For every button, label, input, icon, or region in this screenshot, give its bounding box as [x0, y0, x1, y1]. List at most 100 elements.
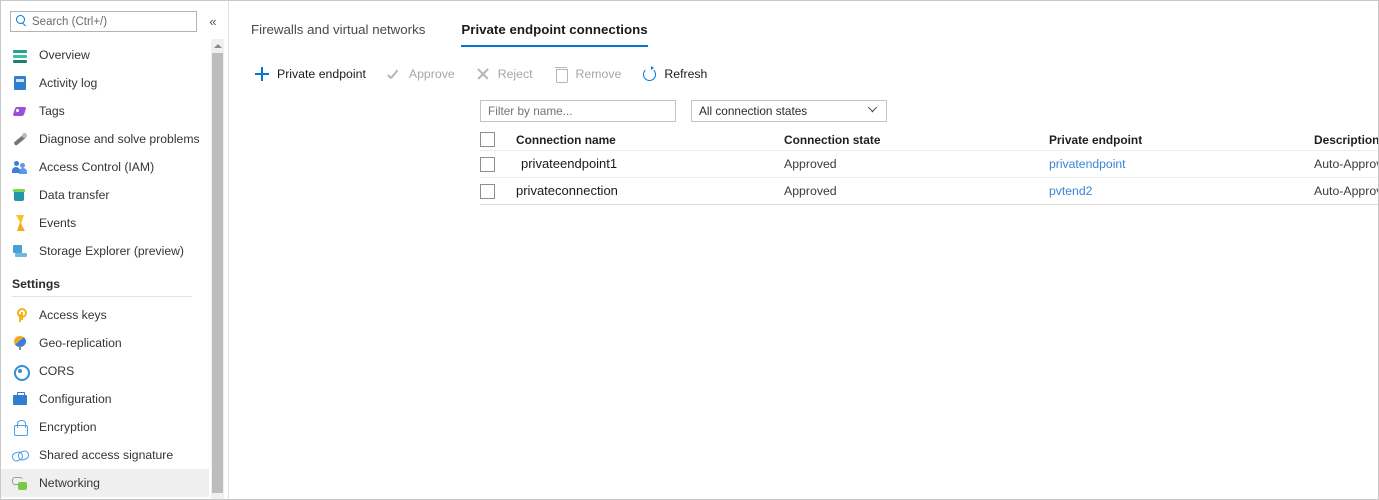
sidebar-item-label: Shared access signature [39, 448, 173, 462]
table-row[interactable]: privateconnection Approved pvtend2 Auto-… [480, 178, 1379, 205]
column-header-connection-state: Connection state [784, 133, 1049, 147]
cell-connection-name: privateendpoint1 [516, 156, 617, 171]
sidebar-item-label: Access Control (IAM) [39, 160, 154, 174]
refresh-icon [641, 66, 657, 82]
select-all-checkbox[interactable] [480, 132, 495, 147]
lightning-icon [12, 215, 28, 231]
sidebar-nav: Overview Activity log Tags Diagnose and … [1, 41, 209, 497]
remove-button[interactable]: Remove [553, 66, 622, 82]
row-checkbox[interactable] [480, 157, 495, 172]
add-private-endpoint-button[interactable]: Private endpoint [254, 66, 366, 82]
cell-description: Auto-Approved [1314, 184, 1379, 198]
plus-icon [254, 66, 270, 82]
cell-private-endpoint-link[interactable]: privatendpoint [1049, 157, 1126, 171]
sidebar-item-encryption[interactable]: Encryption [1, 413, 209, 441]
table-header-row: Connection name Connection state Private… [480, 129, 1379, 151]
briefcase-icon [12, 391, 28, 407]
link-icon [12, 447, 28, 463]
sidebar-item-storage-explorer[interactable]: Storage Explorer (preview) [1, 237, 209, 265]
trash-icon [553, 66, 569, 82]
sidebar-item-cors[interactable]: CORS [1, 357, 209, 385]
tab-bar: Firewalls and virtual networks Private e… [251, 19, 684, 47]
tab-private-endpoint-connections[interactable]: Private endpoint connections [461, 22, 647, 47]
toolbar-label: Approve [409, 67, 455, 81]
scrollbar-thumb[interactable] [212, 53, 223, 493]
sidebar-item-geo-replication[interactable]: Geo-replication [1, 329, 209, 357]
sidebar-item-events[interactable]: Events [1, 209, 209, 237]
row-select-cell[interactable] [480, 157, 516, 172]
key-icon [12, 307, 28, 323]
sidebar-item-overview[interactable]: Overview [1, 41, 209, 69]
sidebar-item-shared-access-signature[interactable]: Shared access signature [1, 441, 209, 469]
connection-state-select[interactable]: All connection states [691, 100, 887, 122]
row-select-cell[interactable] [480, 184, 516, 199]
sidebar-search[interactable] [10, 11, 197, 32]
row-checkbox[interactable] [480, 184, 495, 199]
wrench-icon [12, 131, 28, 147]
x-icon [475, 66, 491, 82]
toolbar-label: Remove [576, 67, 622, 81]
column-header-private-endpoint: Private endpoint [1049, 133, 1314, 147]
tags-icon [12, 103, 28, 119]
connection-state-select-value: All connection states [699, 104, 807, 118]
sidebar-item-label: Data transfer [39, 188, 109, 202]
search-icon [15, 15, 28, 28]
networking-icon [12, 475, 28, 491]
check-icon [386, 66, 402, 82]
private-endpoint-connections-table: Connection name Connection state Private… [480, 129, 1379, 205]
reject-button[interactable]: Reject [475, 66, 533, 82]
sidebar-item-configuration[interactable]: Configuration [1, 385, 209, 413]
cors-icon [12, 363, 28, 379]
cell-connection-state: Approved [784, 157, 837, 171]
main-content: Firewalls and virtual networks Private e… [230, 1, 1379, 500]
scroll-up-arrow-icon[interactable] [211, 39, 224, 52]
storage-explorer-icon [12, 243, 28, 259]
cell-connection-state: Approved [784, 184, 837, 198]
sidebar-item-diagnose-and-solve-problems[interactable]: Diagnose and solve problems [1, 125, 209, 153]
sidebar-item-label: Events [39, 216, 76, 230]
sidebar-item-label: Networking [39, 476, 100, 490]
globe-icon [12, 335, 28, 351]
sidebar-section-header-settings: Settings [1, 277, 209, 291]
table-row[interactable]: privateendpoint1 Approved privatendpoint… [480, 151, 1379, 178]
sidebar-item-label: Tags [39, 104, 65, 118]
filter-by-name-input[interactable] [480, 100, 676, 122]
search-box[interactable] [10, 11, 197, 32]
approve-button[interactable]: Approve [386, 66, 455, 82]
collapse-sidebar-icon[interactable]: « [204, 13, 222, 31]
azure-portal-screenshot: « Overview Activity log Tags Diagnose an… [0, 0, 1379, 500]
sidebar-item-access-keys[interactable]: Access keys [1, 301, 209, 329]
search-input[interactable] [32, 16, 182, 28]
select-all-cell[interactable] [480, 132, 516, 147]
cell-connection-name: privateconnection [516, 183, 618, 198]
sidebar-item-label: Overview [39, 48, 90, 62]
sidebar-item-activity-log[interactable]: Activity log [1, 69, 209, 97]
cell-private-endpoint-link[interactable]: pvtend2 [1049, 184, 1092, 198]
lock-icon [12, 419, 28, 435]
sidebar-item-networking[interactable]: Networking [1, 469, 209, 497]
toolbar-label: Refresh [664, 67, 707, 81]
sidebar-item-access-control-iam[interactable]: Access Control (IAM) [1, 153, 209, 181]
sidebar-item-data-transfer[interactable]: Data transfer [1, 181, 209, 209]
tab-firewalls-and-virtual-networks[interactable]: Firewalls and virtual networks [251, 22, 425, 47]
sidebar-divider [12, 296, 192, 297]
toolbar-label: Private endpoint [277, 67, 366, 81]
column-header-description: Description [1314, 133, 1379, 147]
refresh-button[interactable]: Refresh [641, 66, 707, 82]
data-transfer-icon [12, 187, 28, 203]
sidebar-scrollbar[interactable] [211, 39, 224, 500]
chevron-down-icon [868, 108, 877, 117]
sidebar-item-tags[interactable]: Tags [1, 97, 209, 125]
sidebar-item-label: Configuration [39, 392, 112, 406]
column-header-connection-name: Connection name [516, 133, 784, 147]
sidebar-item-label: CORS [39, 364, 74, 378]
left-sidebar: « Overview Activity log Tags Diagnose an… [1, 1, 229, 500]
sidebar-item-label: Access keys [39, 308, 107, 322]
command-toolbar: Private endpoint Approve Reject Remove R… [254, 63, 727, 85]
overview-icon [12, 47, 28, 63]
sidebar-item-label: Encryption [39, 420, 97, 434]
sidebar-item-label: Diagnose and solve problems [39, 132, 200, 146]
cell-description: Auto-Approved [1314, 157, 1379, 171]
toolbar-label: Reject [498, 67, 533, 81]
sidebar-item-label: Activity log [39, 76, 97, 90]
